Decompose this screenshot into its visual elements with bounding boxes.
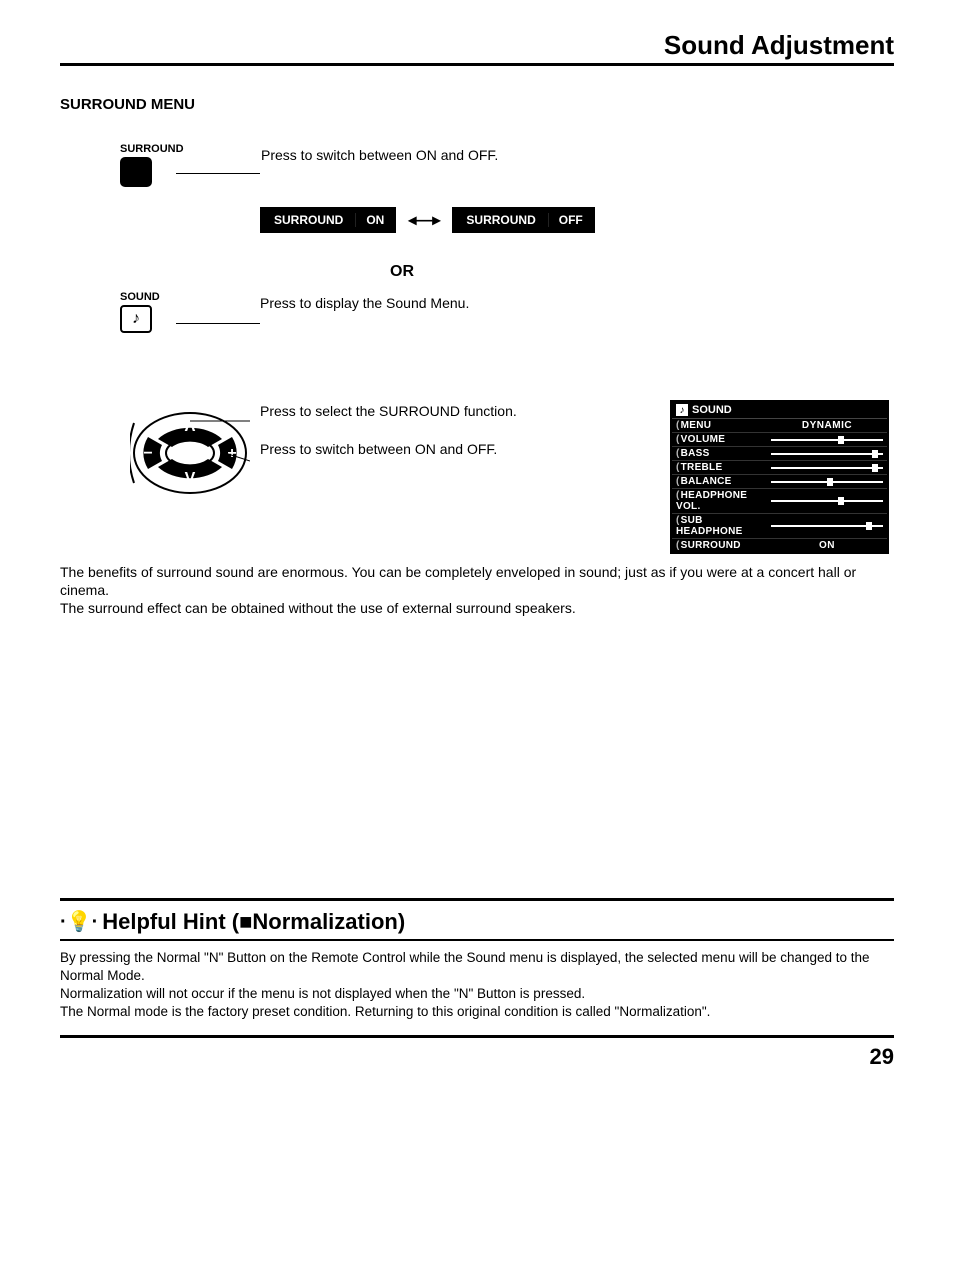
connector-line bbox=[176, 173, 260, 174]
osd-slider bbox=[771, 435, 883, 445]
section-heading: SURROUND MENU bbox=[60, 96, 894, 113]
osd-slider bbox=[771, 449, 883, 459]
body-paragraph-1: The benefits of surround sound are enorm… bbox=[60, 563, 894, 599]
osd-row-label: SUB HEADPHONE bbox=[676, 515, 771, 537]
badge-state-off: OFF bbox=[548, 213, 593, 227]
page-title: Sound Adjustment bbox=[60, 30, 894, 66]
sound-button-label: SOUND bbox=[120, 291, 160, 303]
step-surround-text: Press to switch between ON and OFF. bbox=[261, 143, 894, 163]
osd-slider bbox=[771, 463, 883, 473]
page-number: 29 bbox=[60, 1044, 894, 1070]
hint-p3: The Normal mode is the factory preset co… bbox=[60, 1003, 894, 1021]
osd-slider bbox=[771, 521, 883, 531]
osd-row-label: BASS bbox=[676, 448, 771, 459]
connector-line bbox=[176, 323, 260, 324]
osd-row: SURROUNDON bbox=[672, 539, 887, 552]
hint-title: Helpful Hint (■Normalization) bbox=[102, 909, 405, 935]
osd-row-label: SURROUND bbox=[676, 540, 771, 551]
osd-row: VOLUME bbox=[672, 433, 887, 447]
osd-row: HEADPHONE VOL. bbox=[672, 489, 887, 514]
music-note-icon: ♪ bbox=[676, 404, 688, 416]
osd-row-label: HEADPHONE VOL. bbox=[676, 490, 771, 512]
svg-text:−: − bbox=[143, 445, 152, 462]
sound-menu-osd: ♪ SOUND MENUDYNAMICVOLUME BASS TREBLE BALAN… bbox=[670, 400, 889, 554]
navigation-pad-icon: Λ V − + bbox=[130, 403, 250, 503]
double-arrow-icon: ◂—▸ bbox=[408, 210, 440, 230]
hint-p2: Normalization will not occur if the menu… bbox=[60, 985, 894, 1003]
hint-p1: By pressing the Normal "N" Button on the… bbox=[60, 949, 894, 985]
osd-row-label: VOLUME bbox=[676, 434, 771, 445]
osd-row-label: BALANCE bbox=[676, 476, 771, 487]
surround-on-badge: SURROUND ON bbox=[260, 207, 396, 233]
osd-row-value: ON bbox=[771, 540, 883, 551]
osd-slider bbox=[771, 477, 883, 487]
divider bbox=[60, 1035, 894, 1038]
sound-button-icon: ♪ bbox=[120, 305, 152, 333]
osd-row: SUB HEADPHONE bbox=[672, 514, 887, 539]
osd-row: MENUDYNAMIC bbox=[672, 419, 887, 433]
body-paragraph-2: The surround effect can be obtained with… bbox=[60, 599, 894, 617]
osd-row: TREBLE bbox=[672, 461, 887, 475]
step-sound-text: Press to display the Sound Menu. bbox=[260, 291, 894, 311]
badge-label: SURROUND bbox=[454, 213, 547, 227]
svg-text:V: V bbox=[185, 470, 196, 487]
surround-button-label: SURROUND bbox=[120, 143, 184, 155]
or-label: OR bbox=[390, 263, 894, 281]
osd-row-label: MENU bbox=[676, 420, 771, 431]
badge-label: SURROUND bbox=[262, 213, 355, 227]
surround-button-icon bbox=[120, 157, 152, 187]
surround-off-badge: SURROUND OFF bbox=[452, 207, 594, 233]
osd-slider bbox=[771, 496, 883, 506]
osd-row: BALANCE bbox=[672, 475, 887, 489]
badge-state-on: ON bbox=[355, 213, 394, 227]
osd-row-value: DYNAMIC bbox=[771, 420, 883, 431]
osd-row: BASS bbox=[672, 447, 887, 461]
svg-text:+: + bbox=[227, 445, 236, 462]
osd-title: SOUND bbox=[692, 404, 732, 416]
lightbulb-icon: ·💡· bbox=[60, 909, 98, 934]
osd-row-label: TREBLE bbox=[676, 462, 771, 473]
